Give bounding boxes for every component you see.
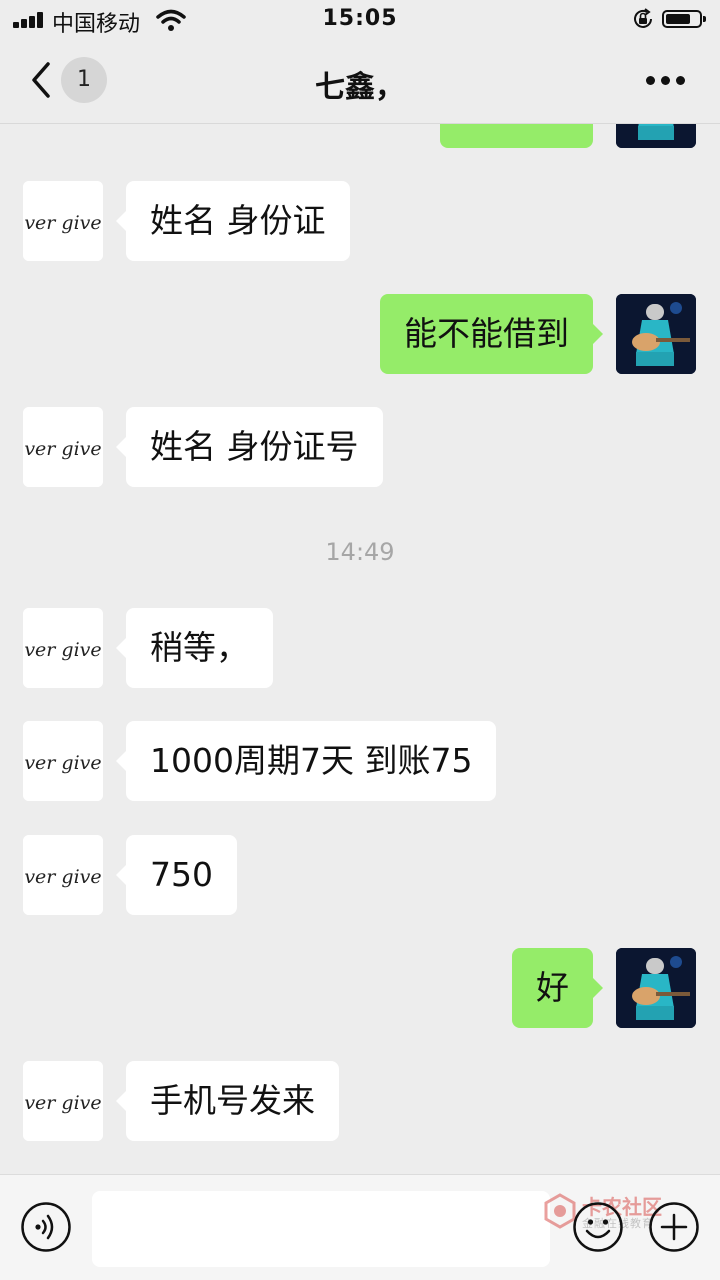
contact-avatar[interactable]: ver give: [23, 1061, 103, 1141]
chat-header: 1 七鑫，: [0, 40, 720, 124]
my-avatar[interactable]: [616, 948, 696, 1028]
battery-icon: [662, 10, 706, 28]
clock: 15:05: [322, 6, 398, 31]
partial-sent-bubble: [440, 124, 593, 148]
received-message[interactable]: 手机号发来: [116, 1061, 339, 1141]
svg-text:ver give: ver give: [24, 639, 101, 661]
ver-give-logo: ver give: [23, 181, 103, 261]
rotation-lock-icon: [634, 8, 652, 28]
message-input[interactable]: [92, 1191, 550, 1267]
svg-text:ver give: ver give: [24, 212, 101, 234]
svg-text:ver give: ver give: [24, 866, 101, 888]
contact-avatar[interactable]: ver give: [23, 608, 103, 688]
contact-avatar[interactable]: ver give: [23, 721, 103, 801]
my-avatar[interactable]: [616, 124, 696, 148]
ver-give-logo: ver give: [23, 407, 103, 487]
guitarist-avatar-image: [616, 294, 696, 374]
sent-message[interactable]: 好: [512, 948, 603, 1028]
ver-give-logo: ver give: [23, 835, 103, 915]
received-message[interactable]: 1000周期7天 到账75: [115, 721, 497, 801]
received-message[interactable]: 姓名 身份证: [116, 181, 350, 261]
emoji-icon[interactable]: [572, 1201, 624, 1253]
message-list[interactable]: ver give 姓名 身份证 能不能借到 ver give 姓名 身份证号 1…: [0, 124, 720, 1174]
received-message[interactable]: 稍等，: [116, 608, 273, 688]
svg-text:ver give: ver give: [24, 752, 101, 774]
plus-icon[interactable]: [648, 1201, 700, 1253]
contact-avatar[interactable]: ver give: [23, 407, 103, 487]
guitarist-avatar-image: [616, 948, 696, 1028]
svg-text:ver give: ver give: [24, 438, 101, 460]
ver-give-logo: ver give: [23, 721, 103, 801]
more-options-icon[interactable]: [646, 76, 686, 86]
received-message[interactable]: 姓名 身份证号: [116, 407, 383, 487]
received-message[interactable]: 750: [116, 835, 237, 915]
ver-give-logo: ver give: [23, 1061, 103, 1141]
message-timestamp: 14:49: [325, 538, 395, 566]
guitarist-avatar-image: [616, 124, 696, 148]
svg-text:ver give: ver give: [24, 1092, 101, 1114]
my-avatar[interactable]: [616, 294, 696, 374]
sent-message[interactable]: 能不能借到: [380, 294, 603, 374]
ver-give-logo: ver give: [23, 608, 103, 688]
input-toolbar: 卡农社区 金融在线教育: [0, 1174, 720, 1280]
chat-title: 七鑫，: [315, 70, 405, 105]
contact-avatar[interactable]: ver give: [23, 835, 103, 915]
status-bar: 中国移动 15:05: [0, 0, 720, 40]
voice-input-icon[interactable]: [20, 1201, 72, 1253]
contact-avatar[interactable]: ver give: [23, 181, 103, 261]
